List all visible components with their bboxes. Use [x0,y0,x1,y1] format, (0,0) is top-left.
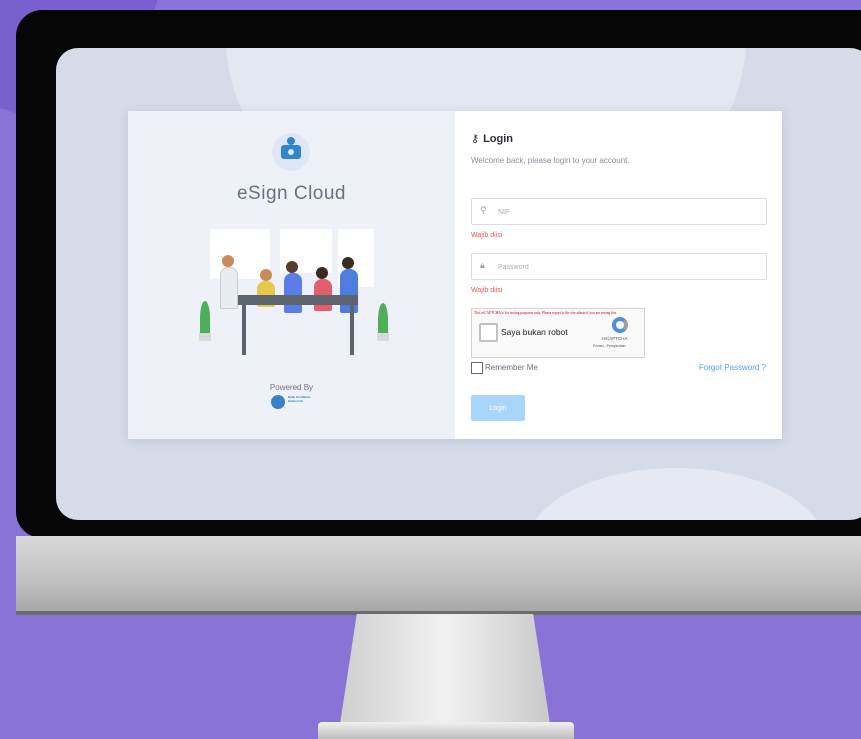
login-title-text: Login [483,133,513,145]
user-icon: ⚲ [480,205,487,215]
app-name: eSign Cloud [236,183,347,204]
remember-me-checkbox[interactable] [471,362,483,374]
lock-icon: 🔒︎ [480,260,485,270]
partner-logo-text: Balai Sertifikasi Elektronik [288,395,311,403]
login-title: ⚷ Login [471,132,513,145]
partner-logo: Balai Sertifikasi Elektronik [271,395,311,411]
partner-logo-icon [271,395,285,409]
login-panel: ⚷ Login Welcome back, please login to you… [455,111,782,439]
forgot-password-link[interactable]: Forgot Password ? [699,363,766,372]
remember-me-label: Remember Me [485,363,538,372]
recaptcha-label: Saya bukan robot [501,327,568,337]
recaptcha-brand: reCAPTCHA [602,336,628,341]
recaptcha-checkbox[interactable] [479,323,498,342]
powered-by-label: Powered By [269,383,314,392]
recaptcha-logo-icon [612,317,628,333]
password-field[interactable]: 🔒︎ [471,253,767,280]
app-logo-icon [272,133,310,171]
background-blob [526,468,826,520]
password-input[interactable] [496,258,760,276]
recaptcha-privacy-link[interactable]: Privasi - Persyaratan [593,344,625,348]
login-button[interactable]: Login [471,395,525,421]
monitor-stand-neck [340,614,550,724]
monitor-stand-foot [318,722,574,739]
brand-panel: eSign Cloud Powered By Balai Sertifikasi… [128,111,455,439]
monitor-chin [16,536,861,614]
password-error: Wajib diisi [471,287,503,294]
login-card: eSign Cloud Powered By Balai Sertifikasi… [128,111,782,439]
team-illustration [188,229,398,359]
recaptcha-widget: This reCAPTCHA is for testing purposes o… [471,308,645,358]
nip-input[interactable] [496,203,760,221]
recaptcha-warning: This reCAPTCHA is for testing purposes o… [474,311,618,315]
welcome-text: Welcome back, please login to your accou… [471,156,630,165]
nip-error: Wajib diisi [471,232,503,239]
nip-field[interactable]: ⚲ [471,198,767,225]
key-icon: ⚷ [471,133,480,145]
